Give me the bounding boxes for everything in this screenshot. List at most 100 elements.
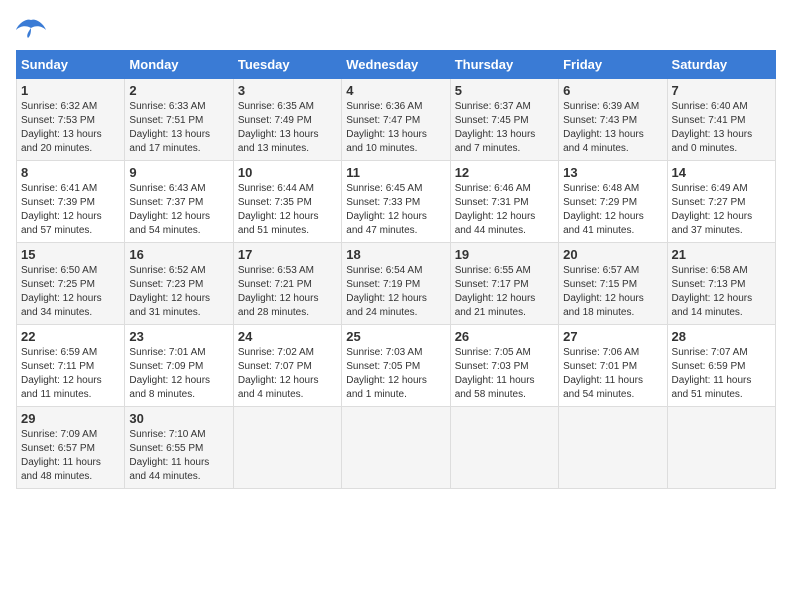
day-info: Sunrise: 6:43 AM Sunset: 7:37 PM Dayligh… [129, 182, 228, 238]
calendar-cell: 24 Sunrise: 7:02 AM Sunset: 7:07 PM Dayli… [233, 325, 341, 407]
calendar-week-4: 22 Sunrise: 6:59 AM Sunset: 7:11 PM Dayli… [17, 325, 776, 407]
calendar-cell: 5 Sunrise: 6:37 AM Sunset: 7:45 PM Daylig… [450, 79, 558, 161]
calendar-cell: 9 Sunrise: 6:43 AM Sunset: 7:37 PM Daylig… [125, 161, 233, 243]
calendar-week-3: 15 Sunrise: 6:50 AM Sunset: 7:25 PM Dayli… [17, 243, 776, 325]
calendar-cell: 7 Sunrise: 6:40 AM Sunset: 7:41 PM Daylig… [667, 79, 775, 161]
calendar-cell: 26 Sunrise: 7:05 AM Sunset: 7:03 PM Dayli… [450, 325, 558, 407]
calendar-cell: 18 Sunrise: 6:54 AM Sunset: 7:19 PM Dayli… [342, 243, 450, 325]
calendar-cell: 10 Sunrise: 6:44 AM Sunset: 7:35 PM Dayli… [233, 161, 341, 243]
day-info: Sunrise: 7:03 AM Sunset: 7:05 PM Dayligh… [346, 346, 445, 402]
day-info: Sunrise: 6:58 AM Sunset: 7:13 PM Dayligh… [672, 264, 771, 320]
day-info: Sunrise: 7:09 AM Sunset: 6:57 PM Dayligh… [21, 428, 120, 484]
header-day-thursday: Thursday [450, 51, 558, 79]
calendar-cell: 16 Sunrise: 6:52 AM Sunset: 7:23 PM Dayli… [125, 243, 233, 325]
day-info: Sunrise: 6:52 AM Sunset: 7:23 PM Dayligh… [129, 264, 228, 320]
calendar-cell [667, 407, 775, 489]
day-info: Sunrise: 6:39 AM Sunset: 7:43 PM Dayligh… [563, 100, 662, 156]
calendar-cell: 23 Sunrise: 7:01 AM Sunset: 7:09 PM Dayli… [125, 325, 233, 407]
page-header [16, 16, 776, 40]
day-number: 19 [455, 247, 554, 262]
day-number: 12 [455, 165, 554, 180]
day-info: Sunrise: 6:50 AM Sunset: 7:25 PM Dayligh… [21, 264, 120, 320]
day-number: 24 [238, 329, 337, 344]
calendar-cell: 8Sunrise: 6:41 AM Sunset: 7:39 PM Daylig… [17, 161, 125, 243]
day-info: Sunrise: 6:55 AM Sunset: 7:17 PM Dayligh… [455, 264, 554, 320]
day-number: 4 [346, 83, 445, 98]
day-info: Sunrise: 6:46 AM Sunset: 7:31 PM Dayligh… [455, 182, 554, 238]
calendar-cell: 3 Sunrise: 6:35 AM Sunset: 7:49 PM Daylig… [233, 79, 341, 161]
calendar-cell: 25 Sunrise: 7:03 AM Sunset: 7:05 PM Dayli… [342, 325, 450, 407]
header-day-friday: Friday [559, 51, 667, 79]
calendar-cell: 29 Sunrise: 7:09 AM Sunset: 6:57 PM Dayli… [17, 407, 125, 489]
day-info: Sunrise: 6:40 AM Sunset: 7:41 PM Dayligh… [672, 100, 771, 156]
day-number: 22 [21, 329, 120, 344]
day-info: Sunrise: 7:07 AM Sunset: 6:59 PM Dayligh… [672, 346, 771, 402]
calendar-cell [233, 407, 341, 489]
calendar-cell [342, 407, 450, 489]
day-info: Sunrise: 6:48 AM Sunset: 7:29 PM Dayligh… [563, 182, 662, 238]
calendar-cell: 17 Sunrise: 6:53 AM Sunset: 7:21 PM Dayli… [233, 243, 341, 325]
day-number: 5 [455, 83, 554, 98]
day-info: Sunrise: 6:37 AM Sunset: 7:45 PM Dayligh… [455, 100, 554, 156]
day-number: 27 [563, 329, 662, 344]
calendar-cell: 30 Sunrise: 7:10 AM Sunset: 6:55 PM Dayli… [125, 407, 233, 489]
day-info: Sunrise: 6:32 AM Sunset: 7:53 PM Dayligh… [21, 100, 120, 156]
day-info: Sunrise: 7:02 AM Sunset: 7:07 PM Dayligh… [238, 346, 337, 402]
day-number: 26 [455, 329, 554, 344]
day-info: Sunrise: 6:54 AM Sunset: 7:19 PM Dayligh… [346, 264, 445, 320]
day-number: 8 [21, 165, 120, 180]
day-number: 29 [21, 411, 120, 426]
day-number: 7 [672, 83, 771, 98]
day-number: 9 [129, 165, 228, 180]
day-info: Sunrise: 6:59 AM Sunset: 7:11 PM Dayligh… [21, 346, 120, 402]
day-number: 16 [129, 247, 228, 262]
calendar-table: SundayMondayTuesdayWednesdayThursdayFrid… [16, 50, 776, 489]
calendar-cell: 6 Sunrise: 6:39 AM Sunset: 7:43 PM Daylig… [559, 79, 667, 161]
calendar-week-1: 1Sunrise: 6:32 AM Sunset: 7:53 PM Daylig… [17, 79, 776, 161]
calendar-cell: 11 Sunrise: 6:45 AM Sunset: 7:33 PM Dayli… [342, 161, 450, 243]
logo-icon [16, 16, 46, 40]
day-info: Sunrise: 7:10 AM Sunset: 6:55 PM Dayligh… [129, 428, 228, 484]
day-number: 25 [346, 329, 445, 344]
day-number: 17 [238, 247, 337, 262]
day-info: Sunrise: 6:36 AM Sunset: 7:47 PM Dayligh… [346, 100, 445, 156]
day-number: 6 [563, 83, 662, 98]
calendar-cell: 28Sunrise: 7:07 AM Sunset: 6:59 PM Dayli… [667, 325, 775, 407]
calendar-cell: 19 Sunrise: 6:55 AM Sunset: 7:17 PM Dayli… [450, 243, 558, 325]
day-number: 10 [238, 165, 337, 180]
day-number: 18 [346, 247, 445, 262]
calendar-cell: 4 Sunrise: 6:36 AM Sunset: 7:47 PM Daylig… [342, 79, 450, 161]
day-info: Sunrise: 7:06 AM Sunset: 7:01 PM Dayligh… [563, 346, 662, 402]
day-number: 15 [21, 247, 120, 262]
day-info: Sunrise: 6:35 AM Sunset: 7:49 PM Dayligh… [238, 100, 337, 156]
day-info: Sunrise: 7:01 AM Sunset: 7:09 PM Dayligh… [129, 346, 228, 402]
day-info: Sunrise: 6:57 AM Sunset: 7:15 PM Dayligh… [563, 264, 662, 320]
calendar-cell: 1Sunrise: 6:32 AM Sunset: 7:53 PM Daylig… [17, 79, 125, 161]
calendar-cell: 27 Sunrise: 7:06 AM Sunset: 7:01 PM Dayli… [559, 325, 667, 407]
calendar-header: SundayMondayTuesdayWednesdayThursdayFrid… [17, 51, 776, 79]
calendar-cell [559, 407, 667, 489]
calendar-cell: 21 Sunrise: 6:58 AM Sunset: 7:13 PM Dayli… [667, 243, 775, 325]
day-number: 13 [563, 165, 662, 180]
header-day-sunday: Sunday [17, 51, 125, 79]
day-number: 11 [346, 165, 445, 180]
calendar-cell: 22 Sunrise: 6:59 AM Sunset: 7:11 PM Dayli… [17, 325, 125, 407]
day-info: Sunrise: 6:33 AM Sunset: 7:51 PM Dayligh… [129, 100, 228, 156]
calendar-cell [450, 407, 558, 489]
calendar-week-2: 8Sunrise: 6:41 AM Sunset: 7:39 PM Daylig… [17, 161, 776, 243]
header-day-wednesday: Wednesday [342, 51, 450, 79]
header-day-monday: Monday [125, 51, 233, 79]
day-info: Sunrise: 6:45 AM Sunset: 7:33 PM Dayligh… [346, 182, 445, 238]
calendar-cell: 13 Sunrise: 6:48 AM Sunset: 7:29 PM Dayli… [559, 161, 667, 243]
calendar-cell: 2 Sunrise: 6:33 AM Sunset: 7:51 PM Daylig… [125, 79, 233, 161]
day-info: Sunrise: 6:53 AM Sunset: 7:21 PM Dayligh… [238, 264, 337, 320]
day-info: Sunrise: 7:05 AM Sunset: 7:03 PM Dayligh… [455, 346, 554, 402]
day-number: 3 [238, 83, 337, 98]
day-number: 30 [129, 411, 228, 426]
day-number: 20 [563, 247, 662, 262]
day-number: 23 [129, 329, 228, 344]
day-number: 21 [672, 247, 771, 262]
day-number: 2 [129, 83, 228, 98]
day-info: Sunrise: 6:44 AM Sunset: 7:35 PM Dayligh… [238, 182, 337, 238]
header-day-tuesday: Tuesday [233, 51, 341, 79]
